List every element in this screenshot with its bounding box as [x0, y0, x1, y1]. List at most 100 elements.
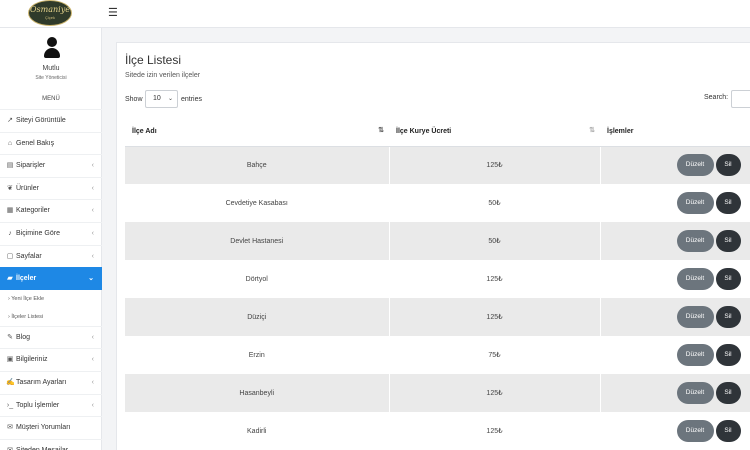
map-icon: ▰ [7, 275, 13, 283]
actions-cell: Düzelt Sil [600, 184, 750, 222]
table-row: Devlet Hastanesi 50₺ Düzelt Sil [125, 222, 750, 260]
sidebar-item-label: Toplu İşlemler [16, 401, 60, 409]
column-header-fee[interactable]: İlçe Kurye Ücreti ⇅ [389, 117, 600, 147]
delete-button[interactable]: Sil [715, 230, 741, 252]
search-input[interactable] [731, 90, 750, 108]
sidebar-subitem-label: › İlçeler Listesi [8, 313, 44, 320]
courier-fee-cell: 50₺ [389, 222, 601, 260]
sidebar-item-3[interactable]: ❦ Ürünler ‹ [0, 176, 102, 200]
entries-select[interactable]: 10 ⌄ [145, 90, 178, 108]
leaf-icon: ❦ [7, 184, 13, 192]
delete-button[interactable]: Sil [715, 344, 741, 366]
table-body: Bahçe 125₺ Düzelt Sil Cevdetiye Kasabası 50₺ D… [125, 146, 750, 450]
logo-subtext: Çiçek [44, 15, 55, 20]
sidebar-subitem-1[interactable]: › İlçeler Listesi [0, 308, 102, 326]
sidebar-item-7[interactable]: ▰ İlçeler ⌄ [0, 267, 102, 290]
hamburger-icon[interactable]: ☰ [108, 6, 122, 20]
chevron-left-icon: ‹ [91, 333, 94, 341]
edit-button[interactable]: Düzelt [676, 420, 714, 442]
sidebar-item-1[interactable]: ⌂ Genel Bakış [0, 131, 102, 155]
actions-cell: Düzelt Sil [600, 298, 750, 336]
external-link-icon: ↗ [7, 117, 13, 124]
content-card: İlçe Listesi Sitede izin verilen ilçeler… [116, 42, 750, 450]
edit-button[interactable]: Düzelt [676, 382, 714, 404]
courier-fee-cell: 125₺ [389, 260, 601, 298]
show-label: Show [125, 96, 143, 103]
grid-icon: ▦ [6, 207, 14, 215]
chevron-left-icon: ‹ [91, 207, 94, 215]
logo-text: Osmaniye [30, 5, 70, 14]
sidebar-item-9[interactable]: ▣ Bilgileriniz ‹ [0, 348, 102, 371]
actions-cell: Düzelt Sil [600, 146, 750, 184]
site-logo[interactable]: Osmaniye Çiçek [28, 0, 72, 26]
chevron-left-icon: ‹ [91, 401, 94, 409]
sidebar-item-label: Kategoriler [16, 207, 50, 215]
pencil-icon: ✎ [7, 333, 13, 341]
actions-cell: Düzelt Sil [600, 412, 750, 450]
delete-button[interactable]: Sil [715, 154, 741, 177]
edit-button[interactable]: Düzelt [676, 154, 714, 177]
chevron-down-icon: ⌄ [167, 96, 173, 102]
sidebar-item-11[interactable]: ›_ Toplu İşlemler ‹ [0, 393, 102, 417]
sidebar-item-label: Biçimine Göre [16, 229, 60, 237]
terminal-icon: ›_ [6, 401, 14, 409]
sidebar-item-2[interactable]: ▤ Siparişler ‹ [0, 154, 102, 177]
district-name-cell: Erzin [125, 336, 390, 374]
table-row: Erzin 75₺ Düzelt Sil [125, 336, 750, 374]
sidebar-nav: ↗ Siteyi Görüntüle ⌂ Genel Bakış ▤ Siparişler… [0, 109, 102, 450]
sidebar-subitem-label: › Yeni İlçe Ekle [8, 295, 45, 302]
chevron-left-icon: ‹ [91, 252, 94, 260]
chevron-left-icon: ‹ [91, 378, 94, 386]
edit-button[interactable]: Düzelt [676, 230, 714, 252]
table-row: Hasanbeyli 125₺ Düzelt Sil [125, 374, 750, 412]
courier-fee-cell: 125₺ [389, 146, 601, 184]
sidebar-item-12[interactable]: ✉ Müşteri Yorumları [0, 416, 102, 439]
comments-icon: ✉ [7, 424, 13, 432]
file-icon: ▢ [6, 252, 14, 260]
sidebar-item-5[interactable]: ♪ Biçimine Göre ‹ [0, 221, 102, 245]
user-role: Site Yöneticisi [35, 75, 67, 81]
top-bar: Osmaniye Çiçek ☰ [0, 0, 750, 28]
district-name-cell: Kadirli [125, 412, 390, 450]
table-row: Dörtyol 125₺ Düzelt Sil [125, 260, 750, 298]
sort-asc-icon: ⇅ [378, 127, 384, 134]
courier-fee-cell: 75₺ [389, 336, 601, 374]
table-row: Cevdetiye Kasabası 50₺ Düzelt Sil [125, 184, 750, 222]
sidebar-item-label: Ürünler [16, 184, 39, 192]
delete-button[interactable]: Sil [715, 420, 741, 442]
actions-cell: Düzelt Sil [600, 336, 750, 374]
sidebar-item-label: İlçeler [16, 275, 37, 283]
district-name-cell: Hasanbeyli [125, 374, 390, 412]
edit-icon: ✍ [6, 378, 15, 386]
courier-fee-cell: 125₺ [389, 412, 601, 450]
avatar [44, 37, 60, 59]
sidebar-item-label: Tasarım Ayarları [16, 378, 67, 386]
district-name-cell: Cevdetiye Kasabası [125, 184, 390, 222]
app: Osmaniye Çiçek ☰ Mutlu Site Yöneticisi M… [0, 0, 750, 450]
user-name: Mutlu [42, 65, 60, 72]
id-card-icon: ▣ [6, 356, 14, 364]
sidebar-item-10[interactable]: ✍ Tasarım Ayarları ‹ [0, 370, 102, 394]
edit-button[interactable]: Düzelt [676, 192, 714, 214]
edit-button[interactable]: Düzelt [676, 268, 714, 290]
column-header-actions-label: İşlemler [607, 127, 634, 135]
chevron-left-icon: ‹ [91, 229, 94, 237]
district-name-cell: Devlet Hastanesi [125, 222, 390, 260]
receipt-icon: ▤ [6, 162, 14, 170]
sidebar-item-8[interactable]: ✎ Blog ‹ [0, 325, 102, 349]
actions-cell: Düzelt Sil [600, 260, 750, 298]
column-header-name[interactable]: İlçe Adı ⇅ [125, 117, 389, 147]
sidebar-item-0[interactable]: ↗ Siteyi Görüntüle [0, 109, 102, 132]
edit-button[interactable]: Düzelt [676, 306, 714, 328]
delete-button[interactable]: Sil [715, 192, 741, 214]
sidebar-item-4[interactable]: ▦ Kategoriler ‹ [0, 199, 102, 222]
delete-button[interactable]: Sil [715, 382, 741, 404]
sidebar-item-6[interactable]: ▢ Sayfalar ‹ [0, 244, 102, 268]
chevron-left-icon: ‹ [91, 184, 94, 192]
delete-button[interactable]: Sil [715, 306, 741, 328]
delete-button[interactable]: Sil [715, 268, 741, 290]
sidebar-item-13[interactable]: ✉Siteden Mesajlar [0, 438, 102, 450]
sidebar-item-label: Blog [16, 333, 31, 341]
edit-button[interactable]: Düzelt [676, 344, 714, 366]
sidebar-subitem-0[interactable]: › Yeni İlçe Ekle [0, 290, 102, 308]
